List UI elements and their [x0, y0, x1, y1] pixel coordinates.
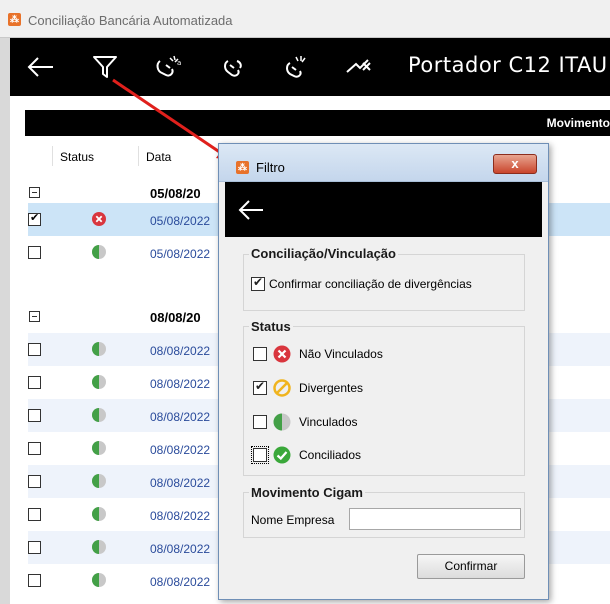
group-movimento-label: Movimento Cigam: [249, 485, 365, 500]
row-date-link[interactable]: 08/08/2022: [150, 575, 210, 589]
half-circle-icon: [273, 413, 291, 431]
unlink-button[interactable]: [342, 50, 376, 84]
dialog-titlebar[interactable]: ⁂ Filtro x: [219, 144, 548, 182]
nome-empresa-label: Nome Empresa: [251, 513, 335, 527]
row-date-link[interactable]: 08/08/2022: [150, 542, 210, 556]
dialog-app-icon: ⁂: [236, 161, 249, 174]
option-confirm-divergences[interactable]: Confirmar conciliação de divergências: [251, 275, 472, 293]
main-window-titlebar: ⁂ Conciliação Bancária Automatizada: [0, 0, 610, 38]
row-checkbox[interactable]: [28, 246, 41, 259]
row-checkbox[interactable]: [28, 409, 41, 422]
filter-dialog: ⁂ Filtro x Conciliação/Vinculação Confir…: [218, 143, 549, 600]
half-circle-icon: [92, 573, 106, 587]
checkbox-vinculados[interactable]: [253, 415, 267, 429]
app-icon: ⁂: [8, 13, 21, 26]
row-checkbox[interactable]: [28, 574, 41, 587]
checkbox-divergentes[interactable]: [253, 379, 267, 395]
dialog-title: Filtro: [256, 160, 285, 175]
half-circle-icon: [92, 474, 106, 488]
group-date: 08/08/20: [150, 310, 201, 325]
back-button[interactable]: [24, 50, 58, 84]
column-separator: [52, 146, 53, 166]
group-date: 05/08/20: [150, 186, 201, 201]
close-icon: x: [511, 156, 519, 171]
back-arrow-icon: [27, 57, 53, 77]
nome-empresa-input[interactable]: [349, 508, 521, 530]
divergent-icon: [273, 379, 291, 397]
half-circle-icon: [92, 375, 106, 389]
section-header: Movimento: [25, 110, 610, 136]
auto-link-button[interactable]: a: [152, 50, 186, 84]
row-date-link[interactable]: 08/08/2022: [150, 509, 210, 523]
row-date-link[interactable]: 08/08/2022: [150, 443, 210, 457]
row-date-link[interactable]: 08/08/2022: [150, 377, 210, 391]
option-label: Não Vinculados: [299, 347, 383, 361]
checkbox-nao-vinculados[interactable]: [253, 347, 267, 361]
row-date-link[interactable]: 08/08/2022: [150, 476, 210, 490]
half-circle-icon: [92, 342, 106, 356]
row-checkbox[interactable]: [28, 508, 41, 521]
option-divergentes[interactable]: Divergentes: [253, 379, 363, 397]
filter-icon: [93, 56, 117, 78]
error-icon: [92, 212, 106, 226]
row-date-link[interactable]: 08/08/2022: [150, 410, 210, 424]
row-date-link[interactable]: 05/08/2022: [150, 214, 210, 228]
checkbox-conciliados[interactable]: [251, 446, 269, 464]
row-date-link[interactable]: 08/08/2022: [150, 344, 210, 358]
row-checkbox[interactable]: [28, 211, 41, 226]
svg-text:a: a: [177, 59, 181, 67]
option-nao-vinculados[interactable]: Não Vinculados: [253, 345, 383, 363]
collapse-toggle[interactable]: [29, 311, 40, 322]
half-circle-icon: [92, 408, 106, 422]
toolbar-title: Portador C12 ITAU -: [408, 53, 610, 77]
row-checkbox[interactable]: [28, 541, 41, 554]
option-label: Confirmar conciliação de divergências: [269, 277, 472, 291]
main-toolbar: a Portador C12 ITAU -: [10, 38, 610, 96]
half-circle-icon: [92, 441, 106, 455]
row-date-link[interactable]: 05/08/2022: [150, 247, 210, 261]
option-vinculados[interactable]: Vinculados: [253, 413, 358, 431]
option-conciliados[interactable]: Conciliados: [251, 446, 362, 464]
collapse-toggle[interactable]: [29, 187, 40, 198]
section-title: Movimento: [546, 116, 610, 130]
row-checkbox[interactable]: [28, 442, 41, 455]
group-conciliacao-label: Conciliação/Vinculação: [249, 246, 398, 261]
unlink-icon: [346, 59, 371, 73]
half-circle-icon: [92, 540, 106, 554]
checkbox-confirm-divergences[interactable]: [251, 275, 265, 291]
group-status-label: Status: [249, 319, 293, 334]
window-title: Conciliação Bancária Automatizada: [28, 13, 233, 28]
column-separator: [138, 146, 139, 166]
error-icon: [273, 345, 291, 363]
link-auto-icon: a: [156, 55, 181, 77]
half-circle-icon: [92, 245, 106, 259]
row-checkbox[interactable]: [28, 475, 41, 488]
link-icon: [224, 60, 242, 77]
filter-button[interactable]: [88, 50, 122, 84]
half-circle-icon: [92, 507, 106, 521]
link-button[interactable]: [216, 50, 250, 84]
dialog-back-button[interactable]: [237, 194, 269, 226]
row-checkbox[interactable]: [28, 343, 41, 356]
dialog-close-button[interactable]: x: [493, 154, 537, 174]
confirm-label: Confirmar: [444, 559, 498, 573]
option-label: Vinculados: [299, 415, 358, 429]
multi-link-button[interactable]: [280, 50, 314, 84]
option-label: Conciliados: [299, 448, 362, 462]
row-checkbox[interactable]: [28, 376, 41, 389]
confirm-button[interactable]: Confirmar: [417, 554, 525, 579]
column-header-date[interactable]: Data: [146, 150, 171, 164]
column-header-status[interactable]: Status: [60, 150, 94, 164]
check-circle-icon: [273, 446, 291, 464]
dialog-toolbar: [225, 182, 542, 237]
option-label: Divergentes: [299, 381, 364, 395]
link-sparkle-icon: [286, 56, 306, 78]
back-arrow-icon: [238, 200, 263, 220]
